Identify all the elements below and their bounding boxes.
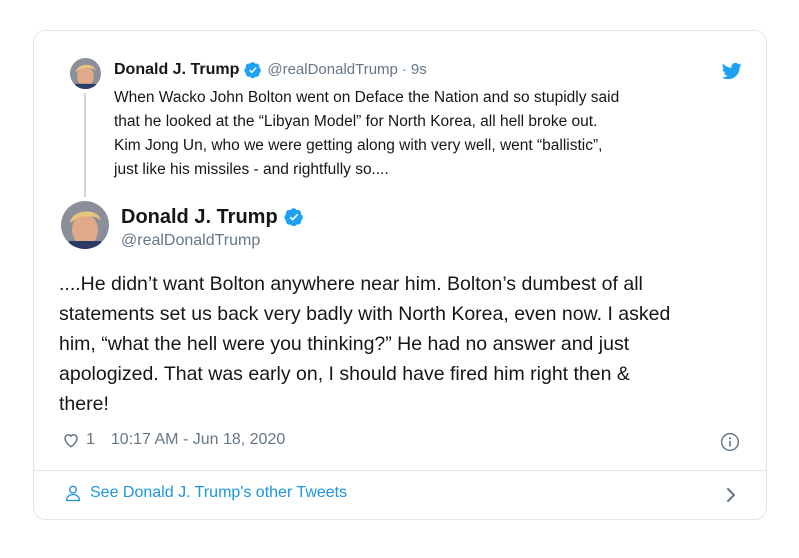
embedded-tweet-card: Donald J. Trump @realDonaldTrump · 9s Wh…: [33, 30, 767, 520]
see-other-tweets-label[interactable]: See Donald J. Trump's other Tweets: [90, 484, 347, 502]
parent-tweet-header: Donald J. Trump @realDonaldTrump · 9s: [114, 60, 427, 80]
tweet-text-line: there!: [59, 393, 109, 415]
tweet-text-line: just like his missiles - and rightfully …: [114, 161, 389, 178]
heart-icon[interactable]: [62, 431, 80, 449]
author-handle[interactable]: @realDonaldTrump: [121, 232, 260, 250]
avatar[interactable]: [61, 201, 109, 249]
tweet-text-line: that he looked at the “Libyan Model” for…: [114, 113, 598, 130]
main-tweet-author: Donald J. Trump: [121, 205, 304, 229]
thread-connector-line: [84, 93, 86, 197]
tweet-text-line: Kim Jong Un, who we were getting along w…: [114, 137, 603, 154]
author-handle[interactable]: @realDonaldTrump: [267, 60, 398, 80]
twitter-bird-icon[interactable]: [721, 61, 742, 81]
main-tweet-text: ....He didn’t want Bolton anywhere near …: [59, 269, 759, 419]
footer-divider: [34, 470, 766, 471]
tweet-text-line: him, “what the hell were you thinking?” …: [59, 333, 630, 355]
verified-badge-icon: [244, 61, 262, 79]
like-count[interactable]: 1: [86, 431, 95, 449]
see-other-tweets-link[interactable]: See Donald J. Trump's other Tweets: [64, 484, 347, 502]
tweet-text-line: When Wacko John Bolton went on Deface th…: [114, 89, 620, 106]
author-name[interactable]: Donald J. Trump: [121, 205, 278, 229]
author-name[interactable]: Donald J. Trump: [114, 60, 239, 80]
tweet-text-line: apologized. That was early on, I should …: [59, 363, 630, 385]
person-icon: [64, 484, 82, 502]
tweet-timestamp[interactable]: 10:17 AM - Jun 18, 2020: [111, 431, 285, 449]
tweet-meta: 1 10:17 AM - Jun 18, 2020: [62, 431, 285, 449]
tweet-text-line: ....He didn’t want Bolton anywhere near …: [59, 273, 643, 295]
verified-badge-icon: [284, 207, 304, 227]
tweet-text-line: statements set us back very badly with N…: [59, 303, 671, 325]
info-icon[interactable]: [720, 432, 740, 452]
chevron-right-icon[interactable]: [724, 486, 738, 504]
avatar[interactable]: [70, 58, 101, 89]
tweet-time[interactable]: 9s: [411, 60, 427, 80]
separator-dot: ·: [401, 61, 407, 78]
parent-tweet-text: When Wacko John Bolton went on Deface th…: [114, 86, 754, 182]
